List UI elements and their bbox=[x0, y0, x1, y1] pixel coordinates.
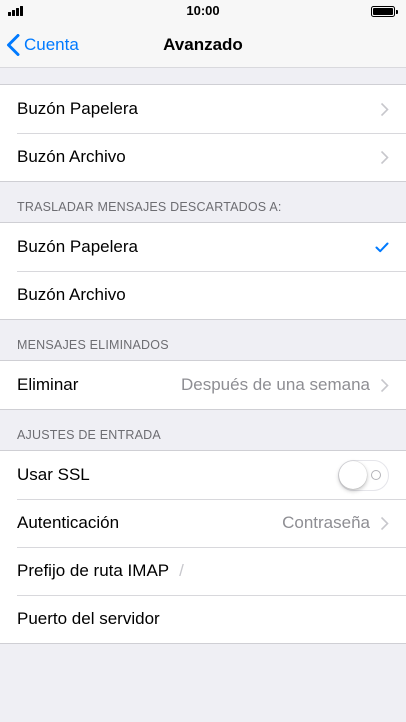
move-discarded-group: Buzón Papelera Buzón Archivo bbox=[0, 222, 406, 320]
option-archive-mailbox[interactable]: Buzón Archivo bbox=[0, 271, 406, 319]
delete-after-value: Después de una semana bbox=[180, 375, 370, 394]
row-label: Prefijo de ruta IMAP bbox=[17, 561, 170, 580]
option-trash-mailbox[interactable]: Buzón Papelera bbox=[0, 223, 406, 271]
toggle-off-icon bbox=[371, 469, 381, 480]
toggle-knob bbox=[339, 460, 367, 489]
row-label: Buzón Archivo bbox=[17, 147, 126, 166]
chevron-right-icon bbox=[380, 378, 389, 392]
incoming-settings-group: Usar SSL Autenticación Contraseña Prefij… bbox=[0, 450, 406, 644]
status-time: 10:00 bbox=[186, 3, 220, 18]
ssl-toggle[interactable] bbox=[338, 459, 389, 491]
row-authentication[interactable]: Autenticación Contraseña bbox=[0, 499, 406, 547]
row-label: Buzón Papelera bbox=[17, 99, 138, 118]
row-archive-mailbox[interactable]: Buzón Archivo bbox=[0, 133, 406, 181]
row-trash-mailbox[interactable]: Buzón Papelera bbox=[0, 85, 406, 133]
row-label: Usar SSL bbox=[17, 465, 90, 484]
battery-icon bbox=[371, 6, 398, 17]
mailbox-group: Buzón Papelera Buzón Archivo bbox=[0, 84, 406, 182]
screen: 10:00 Cuenta Avanzado Buzón Papelera Buz… bbox=[0, 0, 406, 722]
section-header-incoming-settings: AJUSTES DE ENTRADA bbox=[17, 428, 161, 442]
authentication-value: Contraseña bbox=[282, 513, 370, 532]
chevron-right-icon bbox=[380, 102, 389, 116]
imap-prefix-input[interactable]: / bbox=[179, 561, 184, 581]
chevron-right-icon bbox=[380, 150, 389, 164]
row-label: Autenticación bbox=[17, 513, 120, 532]
row-use-ssl: Usar SSL bbox=[0, 451, 406, 499]
section-header-move-discarded: TRASLADAR MENSAJES DESCARTADOS A: bbox=[17, 200, 282, 214]
option-label: Buzón Papelera bbox=[17, 237, 138, 256]
row-imap-path-prefix[interactable]: Prefijo de ruta IMAP / bbox=[0, 547, 406, 595]
status-bar: 10:00 bbox=[0, 0, 406, 22]
section-header-deleted-messages: MENSAJES ELIMINADOS bbox=[17, 338, 169, 352]
row-label: Puerto del servidor bbox=[17, 609, 160, 628]
row-label: Eliminar bbox=[17, 375, 79, 394]
option-label: Buzón Archivo bbox=[17, 285, 126, 304]
chevron-right-icon bbox=[380, 516, 389, 530]
navigation-bar: Cuenta Avanzado bbox=[0, 22, 406, 68]
checkmark-icon bbox=[375, 242, 389, 252]
page-title: Avanzado bbox=[163, 35, 243, 54]
row-delete-after[interactable]: Eliminar Después de una semana bbox=[0, 361, 406, 409]
settings-list: Buzón Papelera Buzón Archivo TRASLADAR M… bbox=[0, 69, 406, 644]
row-server-port[interactable]: Puerto del servidor bbox=[0, 595, 406, 643]
deleted-messages-group: Eliminar Después de una semana bbox=[0, 360, 406, 410]
